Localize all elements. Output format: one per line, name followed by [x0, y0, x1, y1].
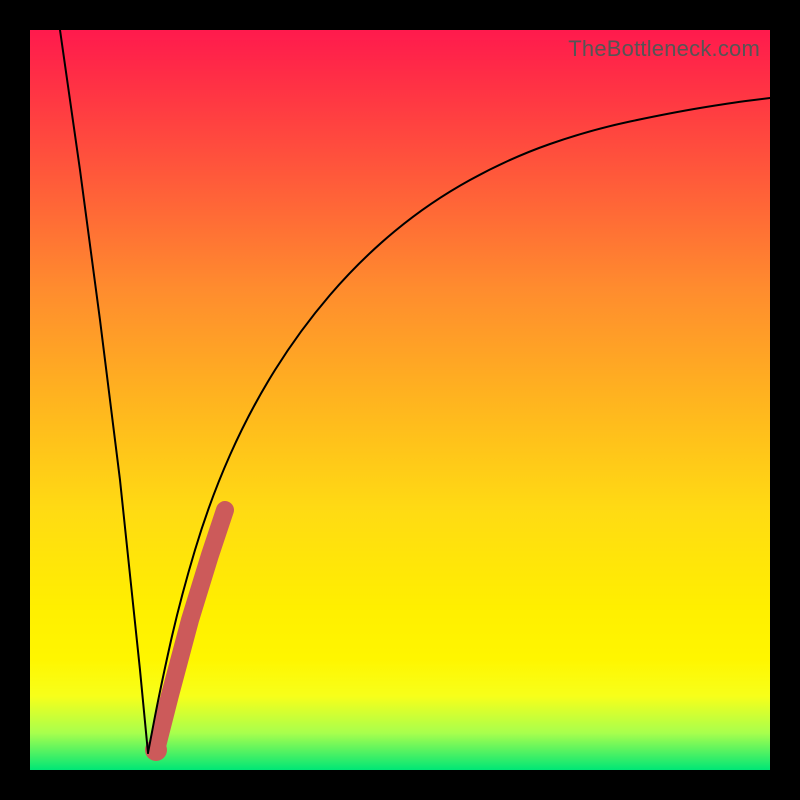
chart-svg: [30, 30, 770, 770]
plot-area: TheBottleneck.com: [30, 30, 770, 770]
curve-right-branch: [148, 98, 770, 753]
curve-left-branch: [60, 30, 148, 753]
highlight-segment: [156, 510, 225, 750]
outer-frame: TheBottleneck.com: [0, 0, 800, 800]
